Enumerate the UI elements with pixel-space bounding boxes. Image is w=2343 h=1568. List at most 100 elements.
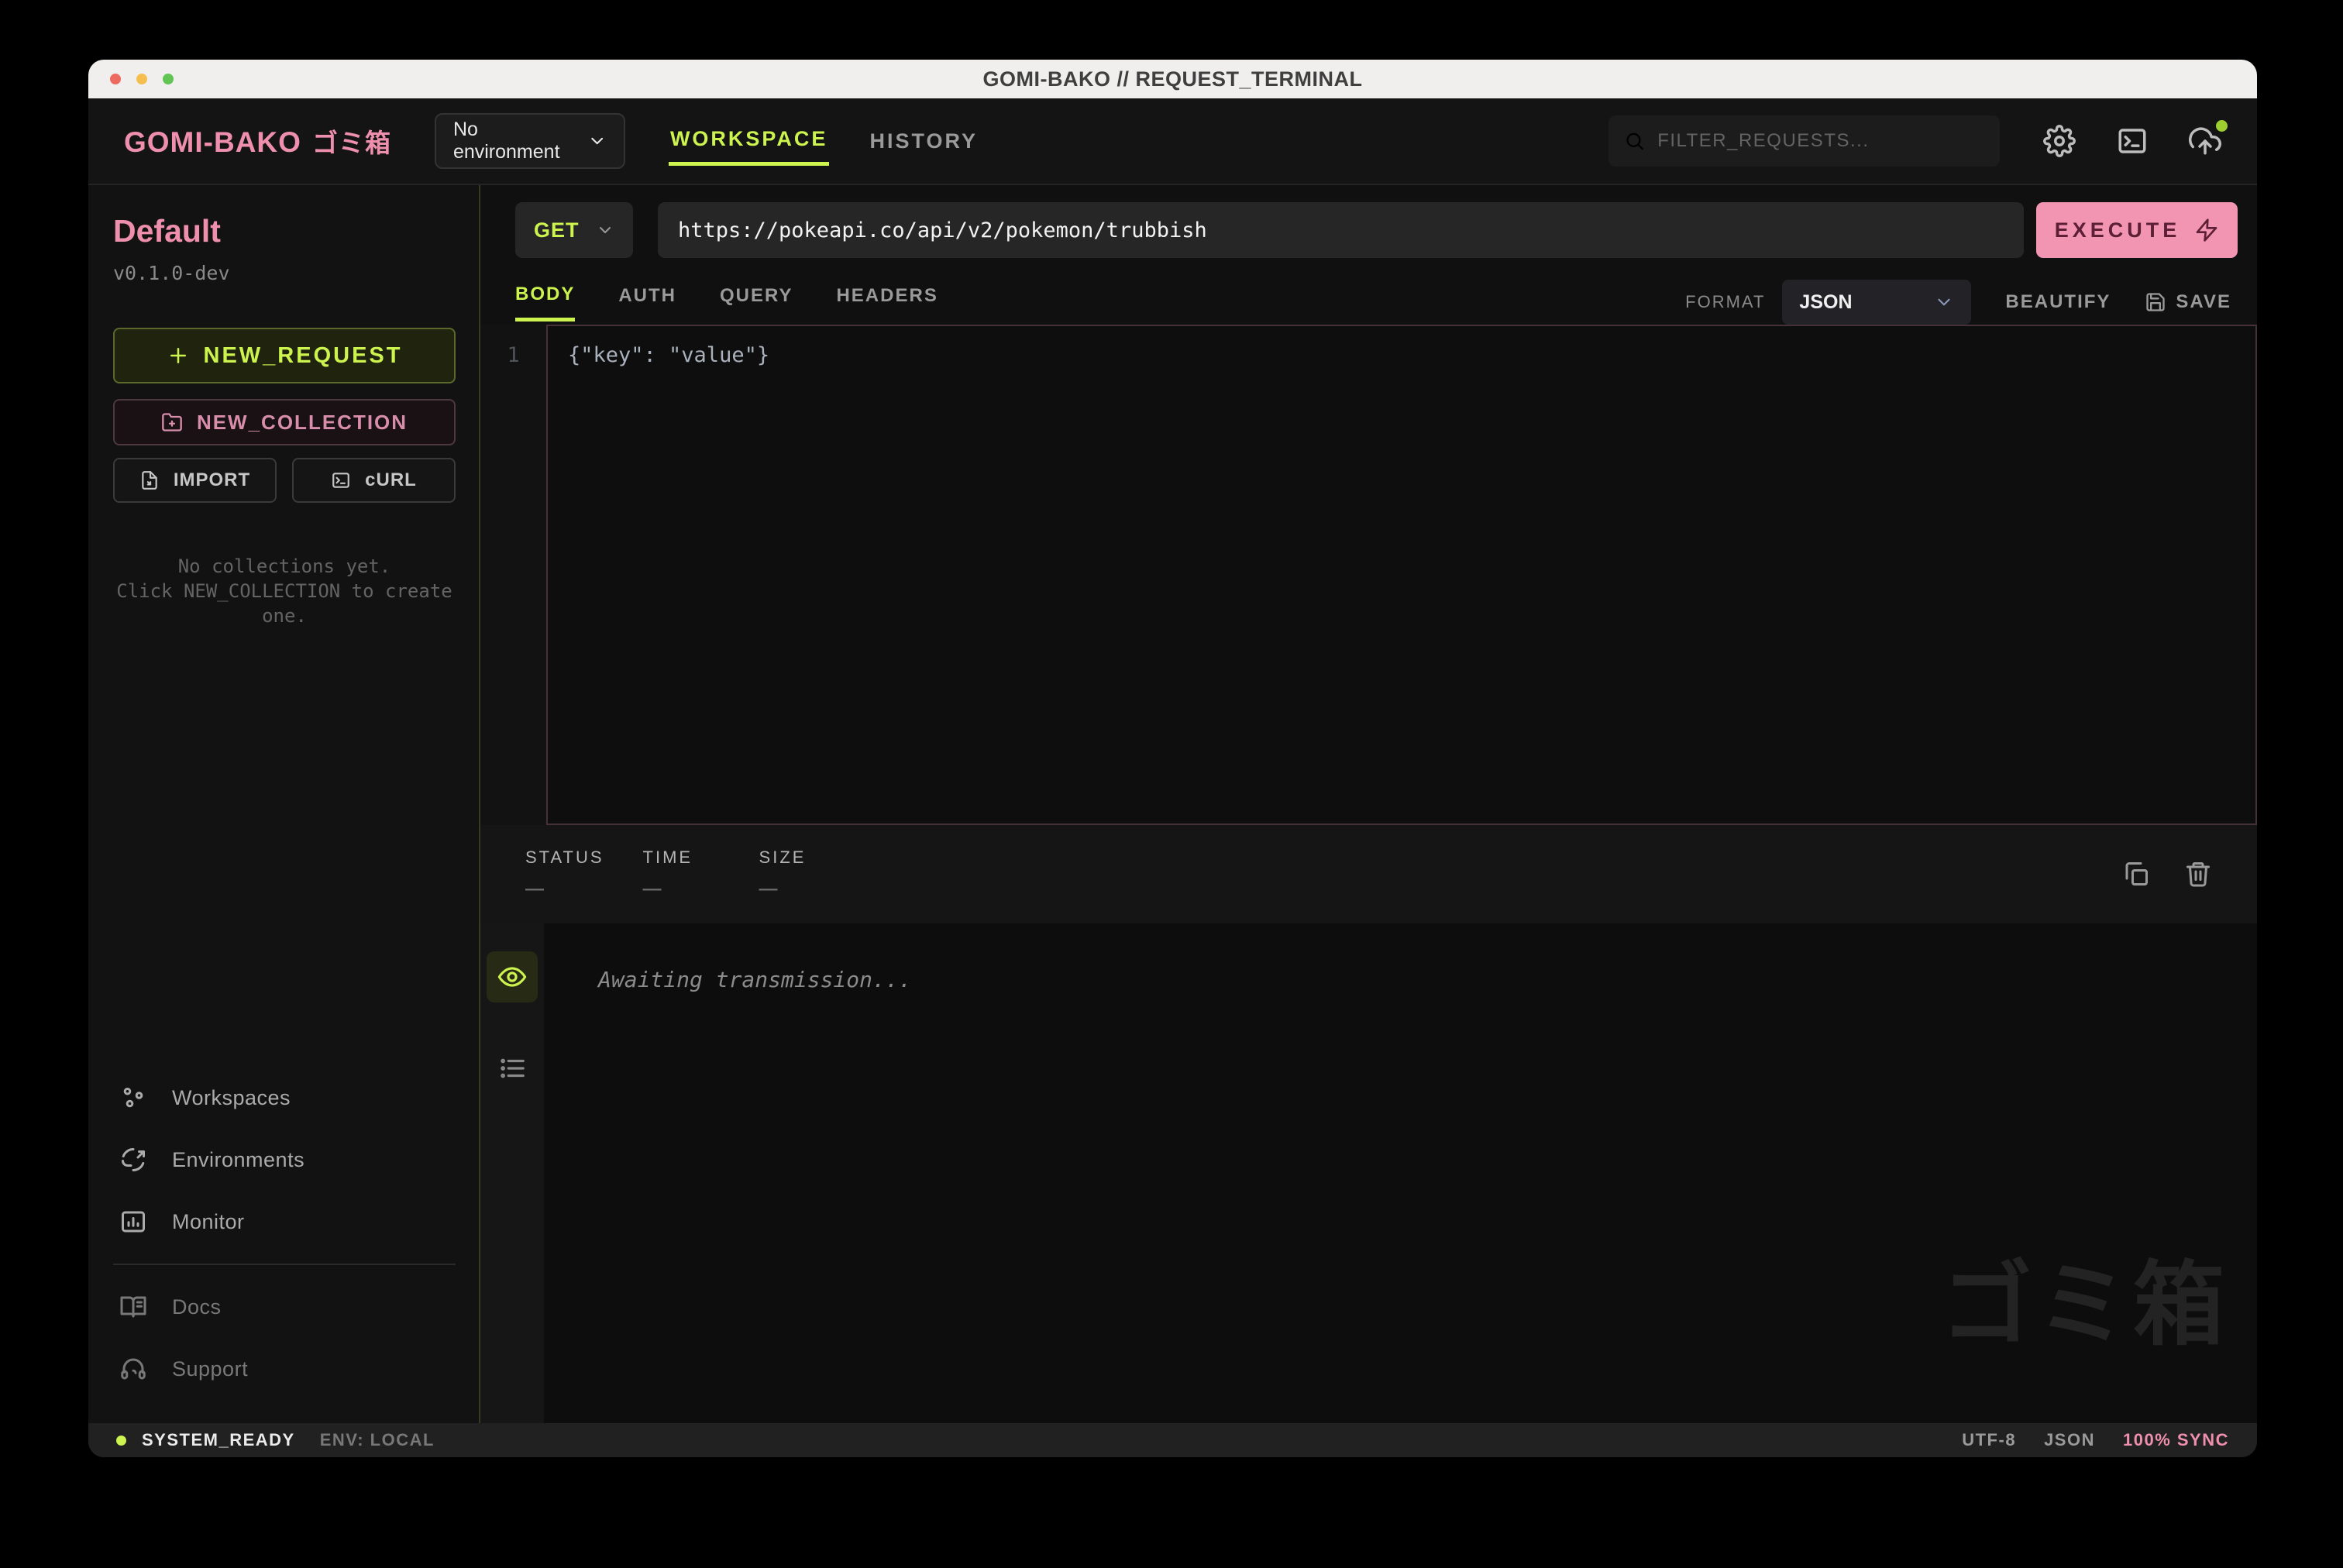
status-bar: SYSTEM_READY ENV: LOCAL UTF-8 JSON 100% … [88, 1423, 2257, 1457]
search-input[interactable] [1657, 130, 1984, 152]
header-icons [2043, 125, 2221, 157]
url-field[interactable] [658, 202, 2024, 258]
folder-plus-icon [161, 411, 183, 433]
workspaces-icon [119, 1084, 147, 1112]
environments-cycle-icon [119, 1146, 147, 1174]
curl-button[interactable]: cURL [292, 458, 456, 503]
tab-history[interactable]: HISTORY [868, 119, 979, 164]
editor-gutter: 1 [480, 325, 546, 825]
titlebar: GOMI-BAKO // REQUEST_TERMINAL [88, 60, 2257, 98]
import-label: IMPORT [174, 469, 250, 491]
method-value: GET [534, 218, 580, 242]
collections-empty-message: No collections yet. Click NEW_COLLECTION… [113, 554, 456, 628]
status-label: STATUS [525, 848, 604, 868]
response-view-rail [480, 923, 544, 1424]
app-header: GOMI-BAKOゴミ箱 No environment WORKSPACE HI… [88, 98, 2257, 185]
env-status: ENV: LOCAL [320, 1430, 435, 1450]
import-button[interactable]: IMPORT [113, 458, 277, 503]
new-request-label: NEW_REQUEST [204, 343, 403, 369]
sidebar-button-row: IMPORT cURL [113, 458, 456, 503]
sidebar-item-docs[interactable]: Docs [113, 1276, 456, 1338]
sidebar-item-label: Support [172, 1357, 248, 1381]
sync-status: 100% SYNC [2123, 1430, 2229, 1450]
environment-select[interactable]: No environment [435, 113, 625, 169]
environment-value: No environment [453, 119, 587, 163]
preview-view-button[interactable] [487, 951, 538, 1002]
new-collection-button[interactable]: NEW_COLLECTION [113, 399, 456, 445]
save-button[interactable]: SAVE [2145, 291, 2231, 313]
docs-book-icon [119, 1293, 147, 1321]
response-header: STATUS — TIME — SIZE — [480, 825, 2257, 923]
sidebar-item-workspaces[interactable]: Workspaces [113, 1067, 456, 1129]
file-import-icon [139, 470, 160, 490]
format-status: JSON [2044, 1430, 2095, 1450]
trash-icon[interactable] [2184, 860, 2212, 888]
save-floppy-icon [2145, 291, 2166, 313]
size-label: SIZE [759, 848, 837, 868]
workspace-name: Default [113, 213, 456, 249]
search-field[interactable] [1608, 115, 2000, 167]
time-label: TIME [643, 848, 721, 868]
console-button[interactable] [2116, 125, 2149, 157]
settings-button[interactable] [2043, 125, 2076, 157]
beautify-button[interactable]: BEAUTIFY [2005, 291, 2111, 313]
time-value: — [643, 879, 721, 900]
status-bar-right: UTF-8 JSON 100% SYNC [1962, 1430, 2229, 1450]
sidebar-divider [113, 1264, 456, 1265]
cloud-sync-button[interactable] [2189, 125, 2221, 157]
app-window: GOMI-BAKO // REQUEST_TERMINAL GOMI-BAKOゴ… [88, 60, 2257, 1457]
new-request-button[interactable]: NEW_REQUEST [113, 328, 456, 383]
response-body: Awaiting transmission... ゴミ箱 [480, 923, 2257, 1424]
format-value: JSON [1799, 291, 1852, 314]
new-collection-label: NEW_COLLECTION [197, 411, 408, 435]
response-actions [2122, 860, 2212, 888]
support-headset-icon [119, 1355, 147, 1383]
response-time-col: TIME — [643, 848, 721, 900]
sidebar-item-environments[interactable]: Environments [113, 1129, 456, 1191]
copy-icon[interactable] [2122, 860, 2150, 888]
list-icon [497, 1054, 527, 1083]
watermark-japanese: ゴミ箱 [1941, 1230, 2229, 1363]
request-bar: GET EXECUTE [480, 185, 2257, 258]
sidebar-item-label: Workspaces [172, 1086, 291, 1110]
format-select[interactable]: JSON [1782, 280, 1971, 325]
chevron-down-icon [596, 221, 614, 239]
collections-empty-line2: Click NEW_COLLECTION to create one. [113, 579, 456, 628]
raw-list-view-button[interactable] [487, 1043, 538, 1094]
window-title: GOMI-BAKO // REQUEST_TERMINAL [88, 67, 2257, 91]
chevron-down-icon [1934, 292, 1954, 312]
sidebar-bottom-nav: Workspaces Environments Monitor Docs [113, 1067, 456, 1400]
tab-auth[interactable]: AUTH [618, 285, 676, 319]
sync-status-dot [2216, 120, 2228, 132]
sidebar-item-label: Docs [172, 1295, 222, 1319]
eye-icon [497, 962, 527, 992]
gear-icon [2043, 125, 2076, 157]
system-status: SYSTEM_READY [142, 1430, 295, 1450]
collections-empty-line1: No collections yet. [113, 554, 456, 579]
tab-headers[interactable]: HEADERS [836, 285, 938, 319]
curl-label: cURL [365, 469, 417, 491]
execute-button[interactable]: EXECUTE [2036, 202, 2238, 258]
sidebar-item-label: Environments [172, 1148, 304, 1172]
plus-icon [167, 344, 190, 367]
body-editor[interactable]: 1 {"key": "value"} [480, 325, 2257, 825]
lightning-bolt-icon [2194, 218, 2219, 242]
app-logo: GOMI-BAKOゴミ箱 [124, 122, 391, 160]
chevron-down-icon [587, 131, 607, 151]
beautify-label: BEAUTIFY [2005, 291, 2111, 313]
tab-query[interactable]: QUERY [720, 285, 793, 319]
terminal-icon [2116, 125, 2149, 157]
tab-body[interactable]: BODY [515, 284, 575, 322]
encoding-status: UTF-8 [1962, 1430, 2016, 1450]
line-number: 1 [480, 343, 546, 367]
editor-code-area[interactable]: {"key": "value"} [546, 325, 2257, 825]
execute-label: EXECUTE [2055, 218, 2181, 242]
tab-workspace[interactable]: WORKSPACE [669, 116, 830, 166]
sidebar-item-monitor[interactable]: Monitor [113, 1191, 456, 1253]
cloud-upload-icon [2189, 125, 2221, 157]
method-select[interactable]: GET [515, 202, 633, 258]
sidebar-item-support[interactable]: Support [113, 1338, 456, 1400]
response-size-col: SIZE — [759, 848, 837, 900]
system-ready-dot [116, 1436, 126, 1446]
url-input[interactable] [678, 218, 2004, 242]
